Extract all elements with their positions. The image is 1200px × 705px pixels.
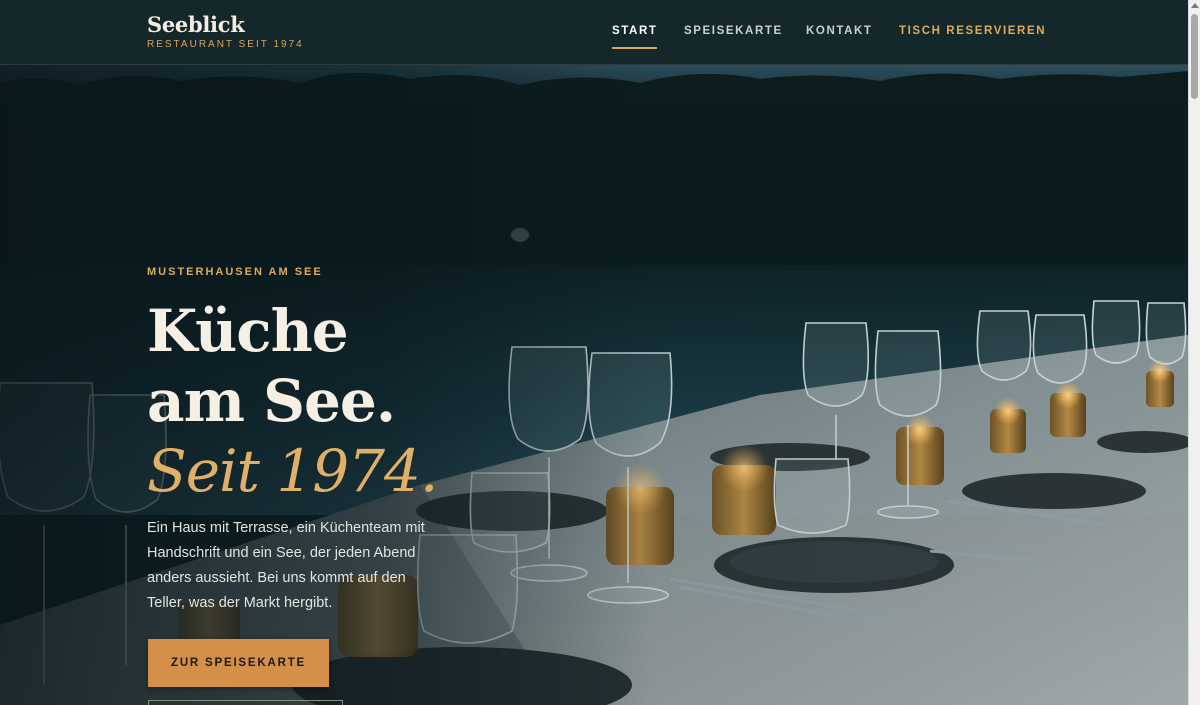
hero-lead-text: Ein Haus mit Terrasse, ein Küchenteam mi… — [147, 520, 425, 611]
brand-name: Seeblick — [147, 12, 245, 37]
speisekarte-cta-button[interactable]: ZUR SPEISEKARTE — [148, 639, 329, 687]
scroll-up-arrow-icon[interactable] — [1191, 3, 1199, 8]
scrollbar-thumb[interactable] — [1191, 14, 1198, 99]
hero-eyebrow: MUSTERHAUSEN AM SEE — [147, 266, 323, 278]
brand-tagline: RESTAURANT SEIT 1974 — [147, 39, 304, 50]
nav-active-indicator — [612, 47, 657, 49]
nav-item-kontakt[interactable]: KONTAKT — [806, 24, 873, 38]
page-scrollbar[interactable] — [1188, 0, 1200, 705]
page: Seeblick RESTAURANT SEIT 1974 START SPEI… — [0, 0, 1188, 705]
nav-item-tisch-reservieren[interactable]: TISCH RESERVIEREN — [899, 24, 1046, 38]
nav-item-start[interactable]: START — [612, 24, 657, 38]
brand-logo[interactable]: Seeblick RESTAURANT SEIT 1974 — [147, 12, 304, 51]
nav-item-speisekarte[interactable]: SPEISEKARTE — [684, 24, 783, 38]
headline-accent: Seit 1974. — [147, 437, 438, 505]
secondary-cta-button[interactable] — [148, 700, 343, 705]
hero-headline: Küche am See. Seit 1974. — [147, 296, 438, 506]
headline-line-2: am See. — [147, 367, 396, 435]
headline-line-1: Küche — [147, 297, 349, 365]
site-header: Seeblick RESTAURANT SEIT 1974 START SPEI… — [0, 0, 1188, 65]
